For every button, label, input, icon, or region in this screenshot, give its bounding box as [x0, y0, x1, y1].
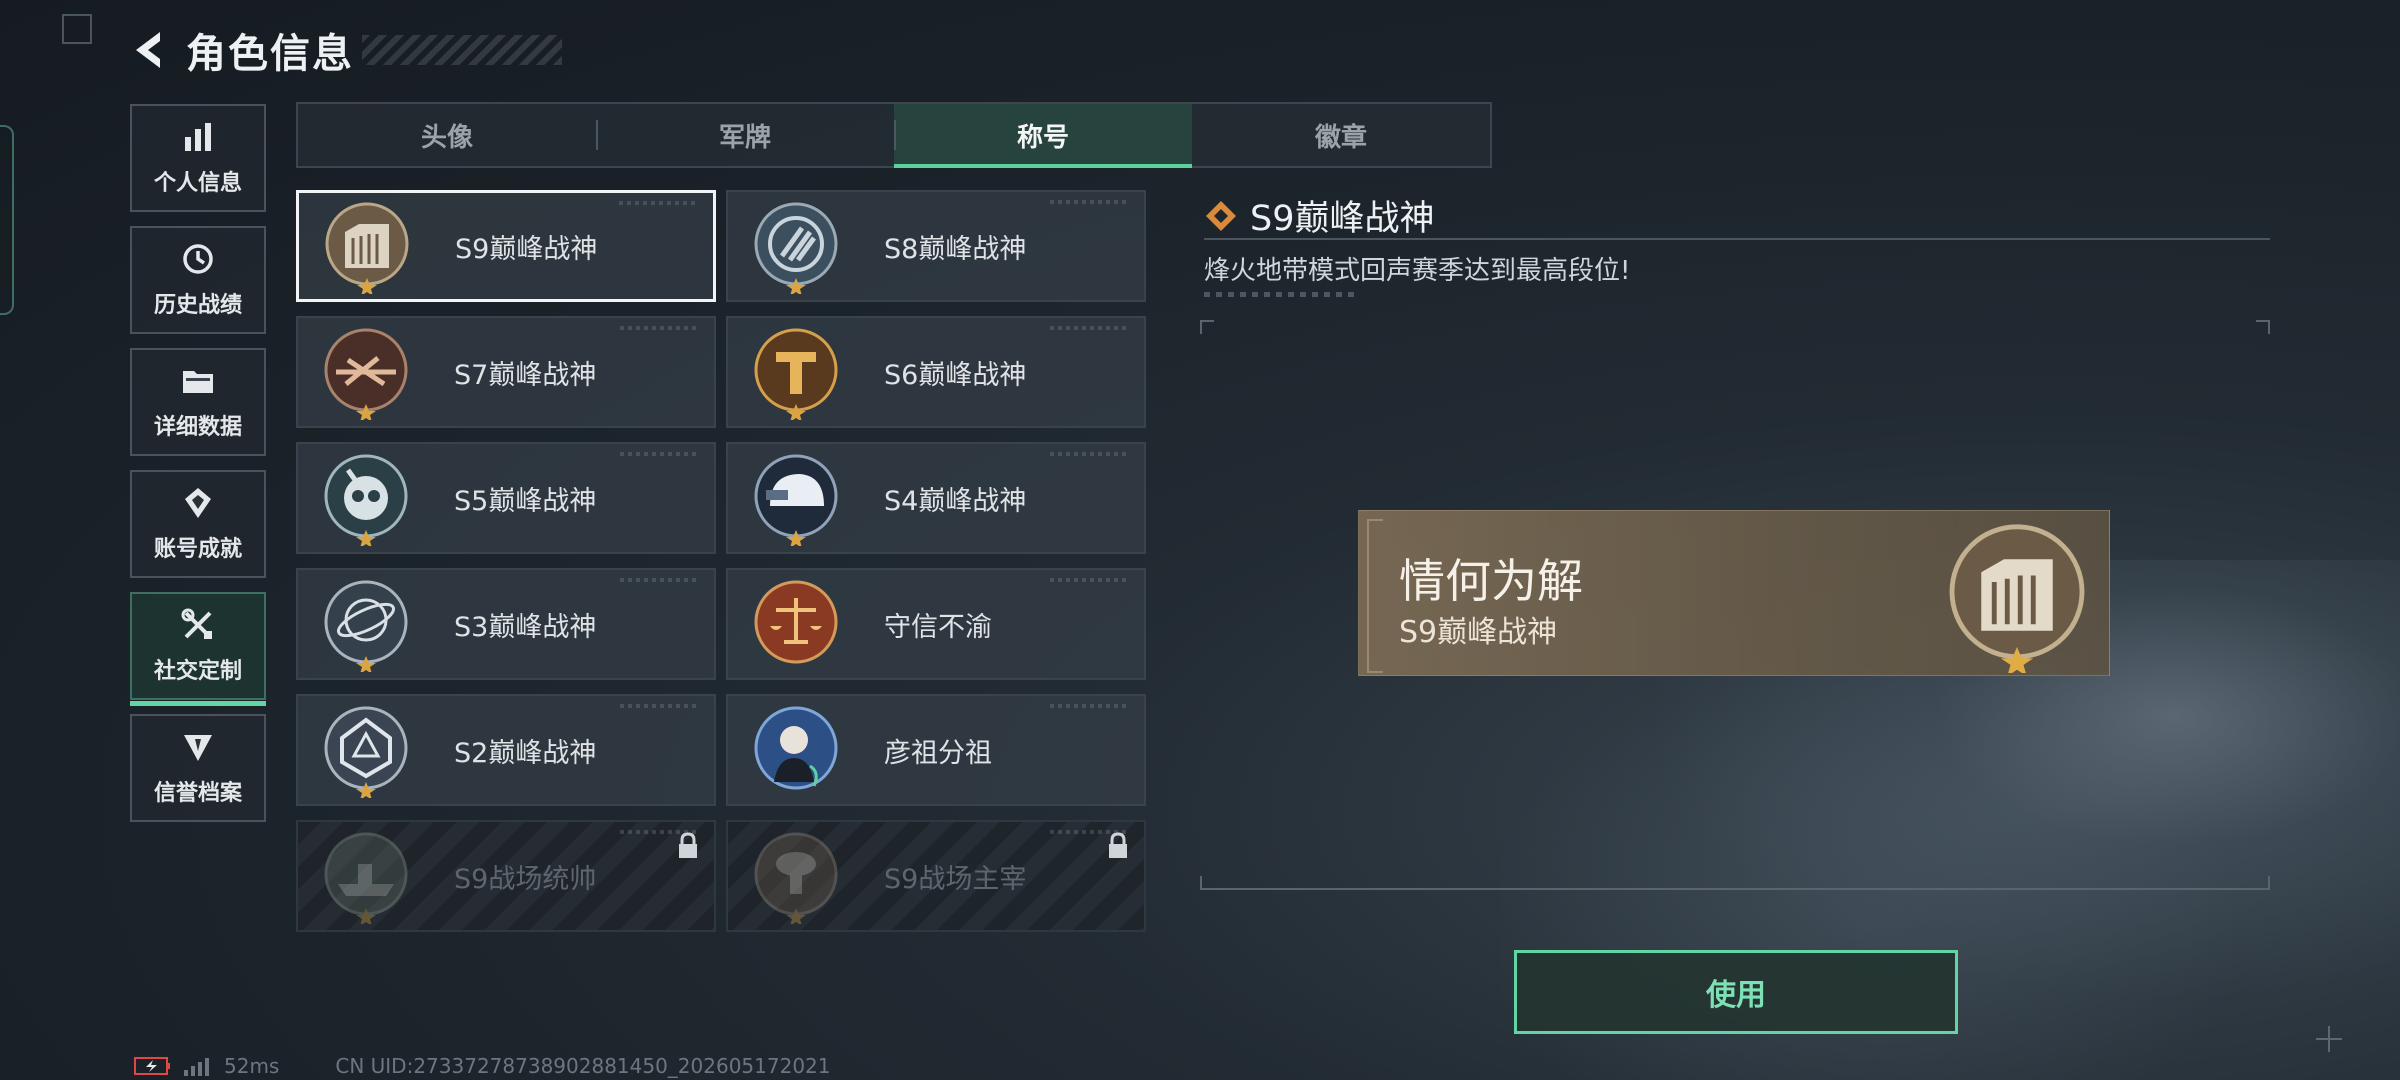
warship-emblem-icon — [324, 832, 408, 924]
title-card[interactable]: S4巅峰战神 — [726, 442, 1146, 554]
crossbow-emblem-icon — [324, 328, 408, 420]
header: 角色信息 — [130, 22, 562, 78]
tab-dogtag[interactable]: 军牌 — [596, 104, 894, 166]
sidebar-item-credit-record[interactable]: 信誉档案 — [130, 714, 266, 822]
lock-icon — [1109, 832, 1127, 858]
folder-icon — [183, 371, 213, 393]
battery-charging-icon — [134, 1057, 170, 1075]
side-drawer-handle[interactable] — [0, 125, 14, 315]
title-card[interactable]: 守信不渝 — [726, 568, 1146, 680]
scales-emblem-icon — [754, 580, 838, 664]
sidebar: 个人信息 历史战绩 详细数据 账号成就 社交定制 信誉档案 — [130, 104, 266, 836]
globe-emblem-icon — [324, 580, 408, 672]
striped-disc-emblem-icon — [754, 202, 838, 294]
back-arrow-icon[interactable] — [130, 28, 170, 72]
tab-avatar[interactable]: 头像 — [298, 104, 596, 166]
triangle-eye-emblem-icon — [324, 706, 408, 798]
sidebar-item-personal-info[interactable]: 个人信息 — [130, 104, 266, 212]
helmet-emblem-icon — [754, 454, 838, 546]
mushroom-cloud-emblem-icon — [754, 832, 838, 924]
use-button[interactable]: 使用 — [1514, 950, 1958, 1034]
detail-header: S9巅峰战神 — [1204, 190, 1435, 241]
menu-corner-box[interactable] — [62, 14, 92, 44]
signal-icon — [184, 1058, 209, 1076]
title-card[interactable]: S8巅峰战神 — [726, 190, 1146, 302]
achievement-icon — [185, 488, 211, 518]
bar-chart-icon — [185, 123, 211, 151]
detail-description: 烽火地带模式回声赛季达到最高段位! — [1204, 256, 1631, 286]
shield-icon — [184, 735, 212, 761]
diver-skull-emblem-icon — [324, 454, 408, 546]
uid-text: CN UID:27337278738902881450_202605172021 — [335, 1054, 831, 1078]
title-card-locked[interactable]: S9战场主宰 — [726, 820, 1146, 932]
status-bar: 52ms CN UID:27337278738902881450_2026051… — [134, 1054, 831, 1078]
category-tabs: 头像 军牌 称号 徽章 — [296, 102, 1492, 168]
t-shield-emblem-icon — [754, 328, 838, 420]
player-name: 情何为解 — [1399, 554, 1583, 608]
diamond-icon — [1206, 200, 1236, 231]
sidebar-item-achievements[interactable]: 账号成就 — [130, 470, 266, 578]
decorative-dots — [1204, 292, 1354, 297]
title-card[interactable]: S5巅峰战神 — [296, 442, 716, 554]
title-card[interactable]: S6巅峰战神 — [726, 316, 1146, 428]
lock-icon — [679, 832, 697, 858]
sidebar-item-history[interactable]: 历史战绩 — [130, 226, 266, 334]
title-card[interactable]: S7巅峰战神 — [296, 316, 716, 428]
divider — [1204, 238, 2270, 240]
tab-badge[interactable]: 徽章 — [1192, 104, 1490, 166]
sidebar-item-social-custom[interactable]: 社交定制 — [130, 592, 266, 706]
title-card-locked[interactable]: S9战场统帅 — [296, 820, 716, 932]
title-decoration — [362, 35, 562, 65]
page-title: 角色信息 — [186, 31, 354, 77]
tools-icon — [181, 608, 212, 639]
title-card[interactable]: S2巅峰战神 — [296, 694, 716, 806]
title-card[interactable]: S3巅峰战神 — [296, 568, 716, 680]
ping-value: 52ms — [224, 1054, 280, 1078]
crosshair-icon — [2316, 1026, 2342, 1052]
title-card[interactable]: 彦祖分祖 — [726, 694, 1146, 806]
title-grid: S9巅峰战神 S8巅峰战神 S7巅峰战神 S6巅峰战神 S5巅峰战神 S4巅峰战… — [296, 190, 1146, 932]
portrait-emblem-icon — [754, 706, 838, 790]
preview-title-text: S9巅峰战神 — [1399, 615, 1558, 650]
fortress-emblem-icon — [325, 202, 409, 294]
detail-title: S9巅峰战神 — [1250, 199, 1435, 239]
title-preview-banner: 情何为解 S9巅峰战神 — [1358, 510, 2110, 676]
sidebar-item-detailed-data[interactable]: 详细数据 — [130, 348, 266, 456]
clock-history-icon — [183, 244, 213, 274]
fortress-emblem-icon — [1949, 524, 2085, 673]
title-card[interactable]: S9巅峰战神 — [296, 190, 716, 302]
tab-title[interactable]: 称号 — [894, 104, 1192, 168]
